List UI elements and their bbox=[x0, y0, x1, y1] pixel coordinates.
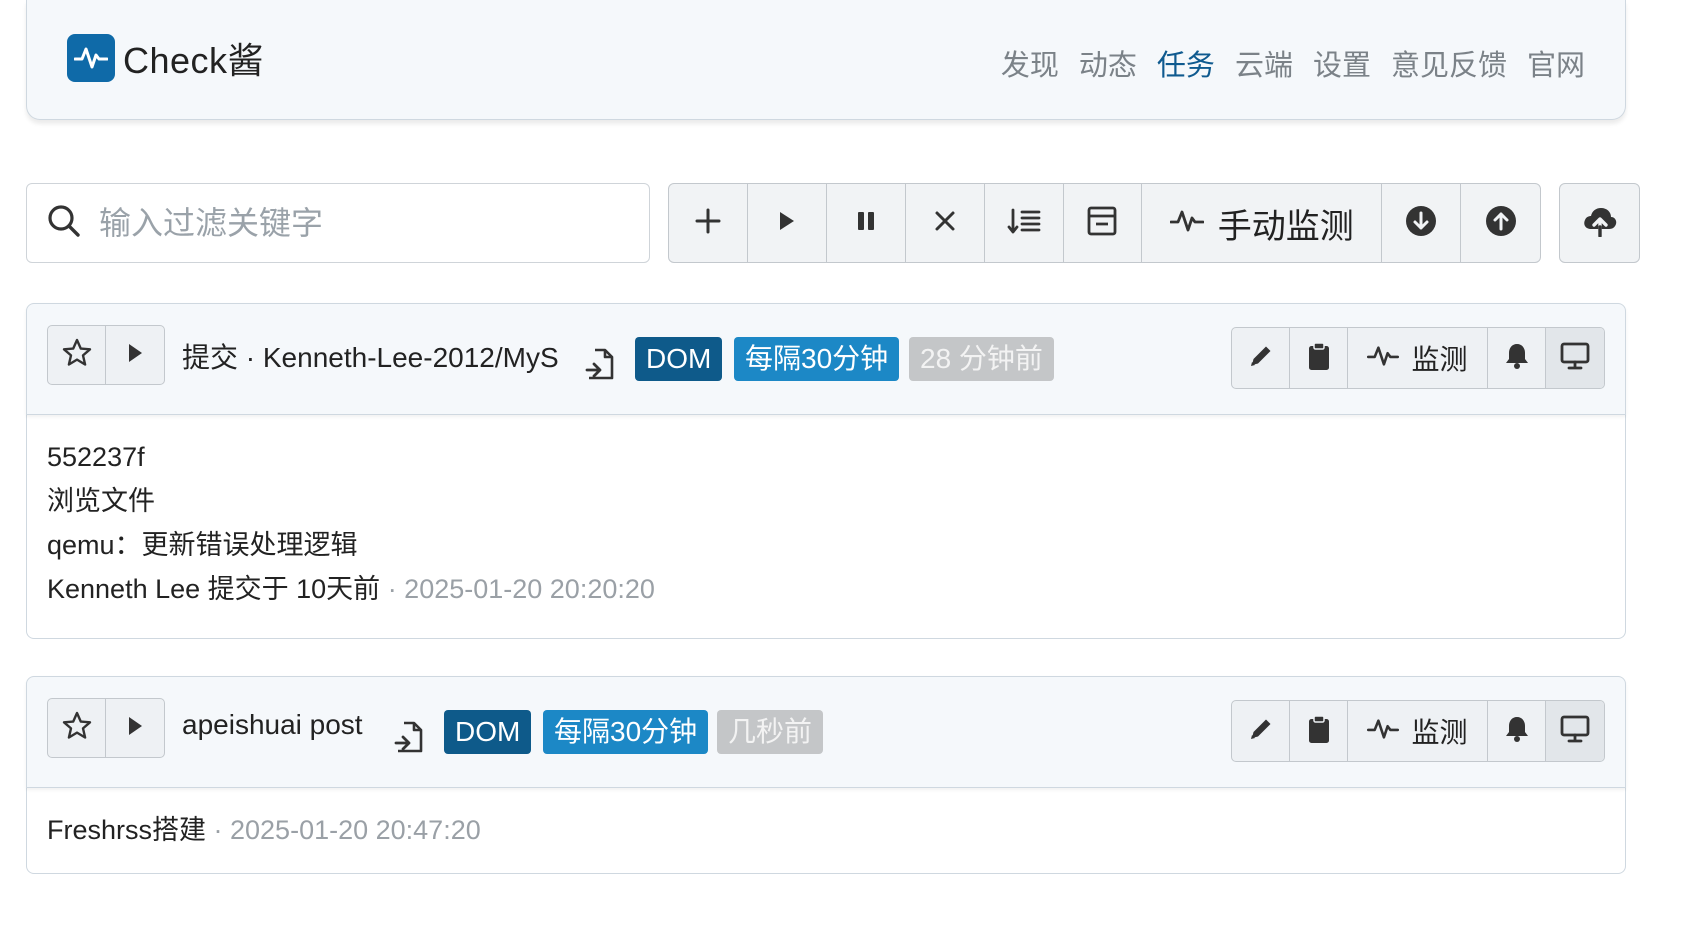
monitor-button[interactable]: 监测 bbox=[1348, 328, 1488, 388]
nav-cloud[interactable]: 云端 bbox=[1235, 42, 1293, 84]
download-button[interactable] bbox=[1382, 184, 1462, 262]
nav-tasks[interactable]: 任务 bbox=[1157, 42, 1215, 84]
cloud-upload-button[interactable] bbox=[1560, 184, 1639, 262]
search-input[interactable] bbox=[99, 204, 619, 242]
nav-settings[interactable]: 设置 bbox=[1313, 42, 1371, 84]
task-card: 提交 · Kenneth-Lee-2012/MyS DOM 每隔30分钟 28 … bbox=[26, 303, 1626, 639]
main-nav: 发现 动态 任务 云端 设置 意见反馈 官网 bbox=[981, 42, 1585, 84]
search-box bbox=[26, 183, 650, 263]
bell-icon bbox=[1504, 715, 1530, 748]
cloud-sync-group bbox=[1559, 183, 1640, 263]
pause-icon bbox=[856, 210, 876, 237]
brand[interactable]: Check酱 bbox=[67, 32, 264, 84]
task-actions: 监测 bbox=[1231, 327, 1605, 389]
run-task-button[interactable] bbox=[106, 699, 164, 757]
star-icon bbox=[62, 711, 92, 746]
cloud-upload-icon bbox=[1582, 205, 1618, 242]
commit-author: Kenneth Lee 提交于 10天前 bbox=[47, 574, 381, 604]
clipboard-button[interactable] bbox=[1290, 701, 1348, 761]
clipboard-icon bbox=[1307, 714, 1331, 749]
type-badge: DOM bbox=[444, 710, 532, 754]
commit-hash: 552237f bbox=[47, 442, 145, 472]
monitor-label: 监测 bbox=[1411, 344, 1468, 375]
pulse-icon bbox=[1367, 344, 1400, 373]
favorite-button[interactable] bbox=[48, 326, 106, 384]
star-icon bbox=[62, 338, 92, 373]
monitor-label: 监测 bbox=[1411, 717, 1468, 748]
monitor-screen-icon bbox=[1560, 342, 1590, 375]
sort-icon bbox=[1007, 206, 1041, 241]
nav-discover[interactable]: 发现 bbox=[1001, 42, 1059, 84]
search-icon bbox=[47, 204, 81, 243]
run-task-button[interactable] bbox=[106, 326, 164, 384]
sort-button[interactable] bbox=[985, 184, 1064, 262]
pulse-icon bbox=[1367, 717, 1400, 746]
run-all-button[interactable] bbox=[748, 184, 827, 262]
task-card-header: apeishuai post DOM 每隔30分钟 几秒前 监测 bbox=[26, 676, 1626, 788]
update-timestamp: · 2025-01-20 20:47:20 bbox=[206, 815, 481, 845]
pulse-icon bbox=[1169, 208, 1205, 239]
clipboard-button[interactable] bbox=[1290, 328, 1348, 388]
interval-badge: 每隔30分钟 bbox=[543, 710, 709, 754]
bell-icon bbox=[1504, 342, 1530, 375]
notify-button[interactable] bbox=[1488, 701, 1546, 761]
navbar: Check酱 发现 动态 任务 云端 设置 意见反馈 官网 bbox=[26, 0, 1626, 120]
manual-monitor-button[interactable]: 手动监测 bbox=[1142, 184, 1383, 262]
plus-icon bbox=[695, 208, 721, 239]
nav-website[interactable]: 官网 bbox=[1527, 42, 1585, 84]
commit-info: Kenneth Lee 提交于 10天前 · 2025-01-20 20:20:… bbox=[47, 567, 1605, 611]
task-card-body: Freshrss搭建 · 2025-01-20 20:47:20 bbox=[26, 788, 1626, 874]
edit-button[interactable] bbox=[1232, 701, 1290, 761]
download-icon bbox=[1405, 205, 1437, 242]
manual-monitor-label: 手动监测 bbox=[1217, 207, 1354, 246]
task-quick-actions bbox=[47, 325, 165, 385]
task-card-body: 552237f 浏览文件 qemu：更新错误处理逻辑 Kenneth Lee 提… bbox=[26, 415, 1626, 639]
pause-all-button[interactable] bbox=[827, 184, 906, 262]
task-quick-actions bbox=[47, 698, 165, 758]
browser-view-button[interactable] bbox=[1546, 328, 1604, 388]
post-info: Freshrss搭建 · 2025-01-20 20:47:20 bbox=[47, 808, 1605, 852]
delete-button[interactable] bbox=[906, 184, 985, 262]
brand-name: Check酱 bbox=[123, 40, 265, 81]
post-title: Freshrss搭建 bbox=[47, 815, 207, 845]
task-card-header: 提交 · Kenneth-Lee-2012/MyS DOM 每隔30分钟 28 … bbox=[26, 303, 1626, 415]
close-icon bbox=[934, 210, 956, 237]
task-title[interactable]: apeishuai post bbox=[182, 709, 363, 741]
upload-button[interactable] bbox=[1461, 184, 1540, 262]
monitor-screen-icon bbox=[1560, 715, 1590, 748]
nav-activity[interactable]: 动态 bbox=[1079, 42, 1137, 84]
commit-message: qemu：更新错误处理逻辑 bbox=[47, 530, 358, 560]
pulse-logo-icon bbox=[67, 34, 115, 82]
task-card: apeishuai post DOM 每隔30分钟 几秒前 监测 Freshrs bbox=[26, 676, 1626, 874]
interval-badge: 每隔30分钟 bbox=[734, 337, 900, 381]
last-check-badge: 28 分钟前 bbox=[909, 337, 1054, 381]
play-icon bbox=[778, 210, 796, 237]
nav-feedback[interactable]: 意见反馈 bbox=[1391, 42, 1507, 84]
browse-files-link[interactable]: 浏览文件 bbox=[47, 479, 1605, 523]
last-check-badge: 几秒前 bbox=[717, 710, 824, 754]
upload-icon bbox=[1485, 205, 1517, 242]
notify-button[interactable] bbox=[1488, 328, 1546, 388]
open-document-icon[interactable] bbox=[585, 348, 615, 385]
open-document-icon[interactable] bbox=[394, 721, 424, 758]
add-task-button[interactable] bbox=[669, 184, 748, 262]
browser-view-button[interactable] bbox=[1546, 701, 1604, 761]
task-title[interactable]: 提交 · Kenneth-Lee-2012/MyS bbox=[182, 336, 559, 376]
monitor-button[interactable]: 监测 bbox=[1348, 701, 1488, 761]
play-icon bbox=[127, 716, 143, 741]
task-toolbar: 手动监测 bbox=[668, 183, 1541, 263]
play-icon bbox=[127, 343, 143, 368]
pencil-icon bbox=[1248, 716, 1274, 747]
archive-icon bbox=[1087, 206, 1117, 241]
task-actions: 监测 bbox=[1231, 700, 1605, 762]
type-badge: DOM bbox=[635, 337, 723, 381]
edit-button[interactable] bbox=[1232, 328, 1290, 388]
clipboard-icon bbox=[1307, 341, 1331, 376]
archive-button[interactable] bbox=[1064, 184, 1143, 262]
favorite-button[interactable] bbox=[48, 699, 106, 757]
pencil-icon bbox=[1248, 343, 1274, 374]
update-timestamp: · 2025-01-20 20:20:20 bbox=[380, 574, 655, 604]
